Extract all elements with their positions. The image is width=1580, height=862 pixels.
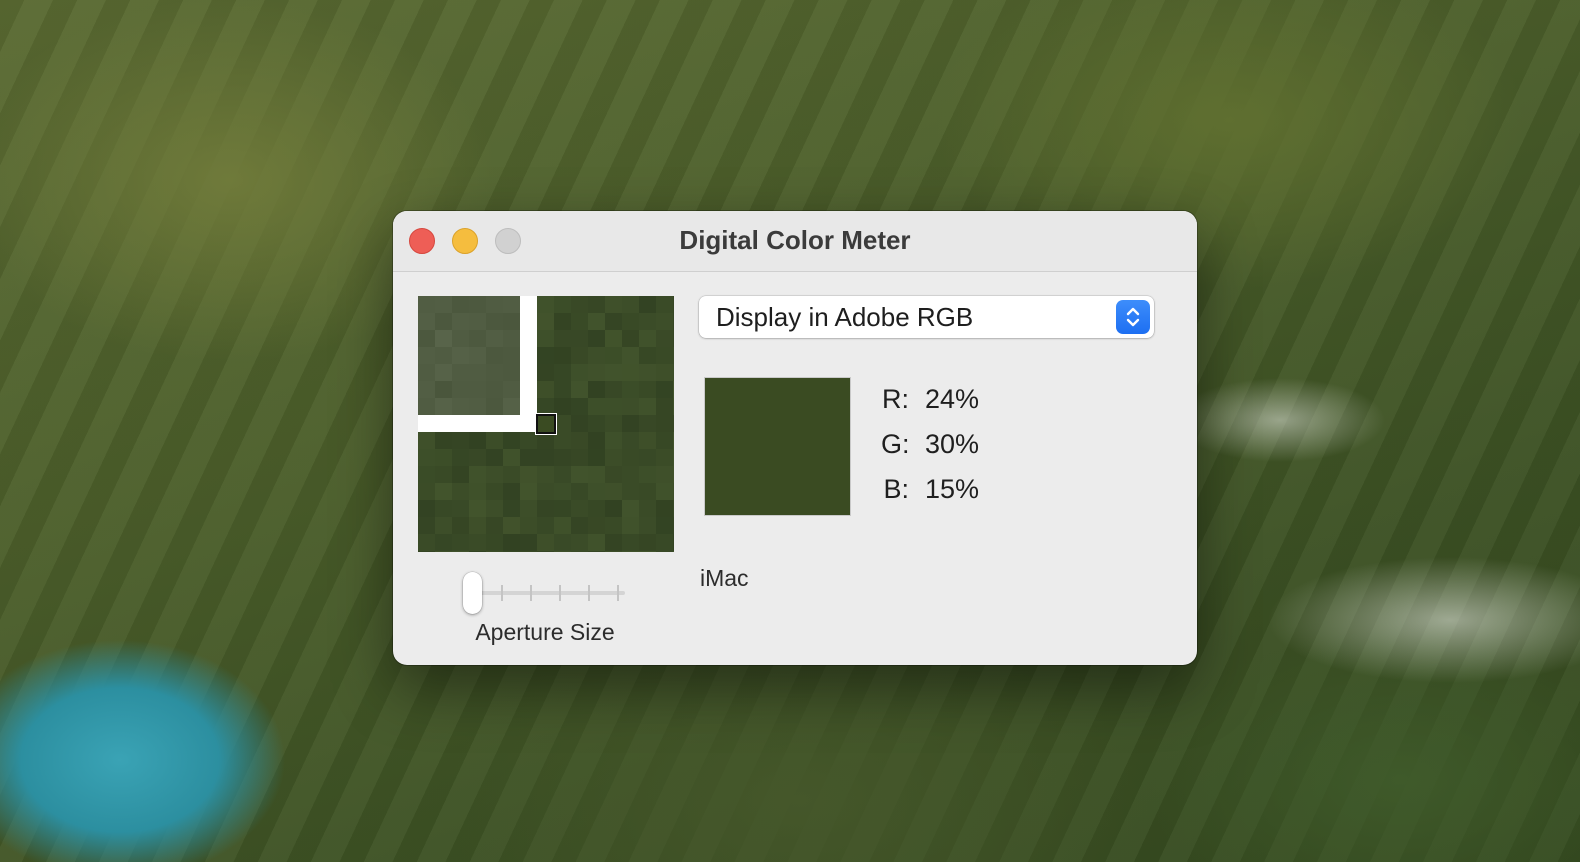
slider-tick <box>559 585 561 601</box>
blue-value: 15% <box>925 474 980 504</box>
digital-color-meter-window: Digital Color Meter Aperture Size Displa… <box>393 211 1197 665</box>
aperture-size-label: Aperture Size <box>475 619 615 645</box>
red-value-row: R: 24% <box>881 384 979 415</box>
color-swatch <box>704 377 851 516</box>
green-value-row: G: 30% <box>881 429 979 460</box>
slider-tick <box>588 585 590 601</box>
blue-label: B: <box>883 474 909 504</box>
preview-pixels <box>418 296 674 552</box>
blue-value-row: B: 15% <box>881 474 979 505</box>
color-space-selected: Display in Adobe RGB <box>716 302 974 332</box>
green-value: 30% <box>925 429 980 459</box>
red-value: 24% <box>925 384 980 414</box>
title-bar[interactable]: Digital Color Meter <box>393 211 1197 272</box>
green-label: G: <box>881 429 910 459</box>
slider-tick <box>530 585 532 601</box>
slider-tick <box>501 585 503 601</box>
red-label: R: <box>882 384 909 414</box>
aperture-size-slider[interactable] <box>463 571 631 615</box>
slider-knob[interactable] <box>463 572 482 614</box>
color-space-popup[interactable]: Display in Adobe RGB <box>699 296 1154 338</box>
slider-tick <box>617 585 619 601</box>
display-name: iMac <box>700 565 749 591</box>
slider-track <box>469 591 625 595</box>
magnified-preview <box>418 296 674 552</box>
window-title: Digital Color Meter <box>679 225 911 255</box>
up-down-chevron-icon[interactable] <box>1116 300 1150 334</box>
